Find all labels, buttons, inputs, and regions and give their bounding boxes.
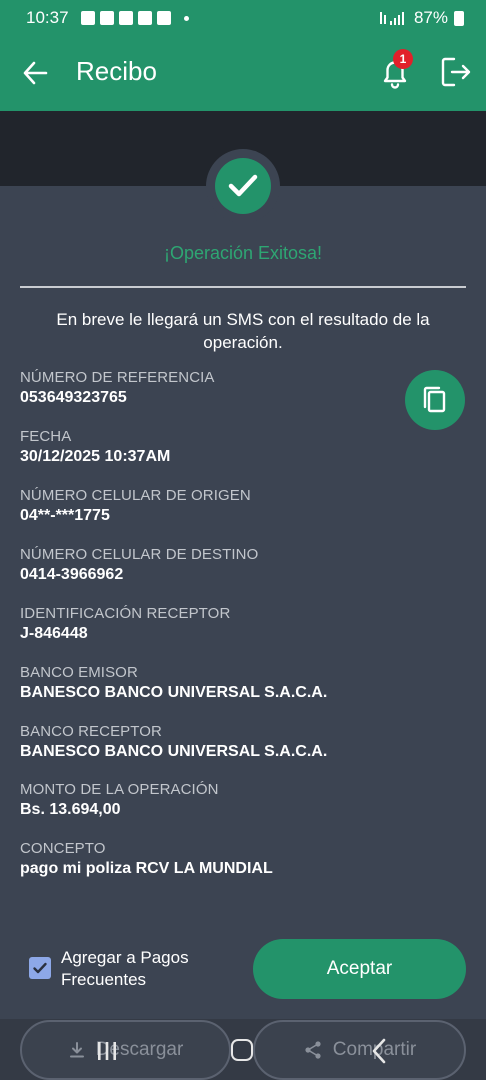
facebook-icon: [80, 11, 95, 25]
facebook-icon: [99, 11, 114, 25]
field-value: 30/12/2025 10:37AM: [20, 448, 171, 465]
field-value: Bs. 13.694,00: [20, 801, 121, 818]
download-button[interactable]: Descargar: [20, 1020, 231, 1080]
success-check-icon: [215, 158, 271, 214]
more-dot-icon: [183, 15, 189, 21]
field-destination-phone: NÚMERO CELULAR DE DESTINO 0414-3966962: [20, 546, 400, 584]
copy-reference-button[interactable]: [405, 370, 465, 430]
app-bar: Recibo: [0, 36, 486, 111]
download-label: Descargar: [95, 1039, 184, 1060]
checkmark-icon: [33, 962, 47, 974]
field-amount: MONTO DE LA OPERACIÓN Bs. 13.694,00: [20, 781, 400, 819]
field-value: BANESCO BANCO UNIVERSAL S.A.C.A.: [20, 684, 328, 701]
notification-icons: [80, 11, 189, 25]
battery-icon: [454, 10, 464, 26]
success-title: ¡Operación Exitosa!: [163, 243, 323, 263]
field-receiver-bank: BANCO RECEPTOR BANESCO BANCO UNIVERSAL S…: [20, 723, 400, 761]
battery-percent: 87%: [413, 8, 448, 27]
divider: [20, 286, 466, 288]
field-label: IDENTIFICACIÓN RECEPTOR: [20, 605, 231, 622]
notification-badge: 1: [393, 49, 413, 69]
share-icon: [305, 1041, 321, 1059]
field-label: CONCEPTO: [20, 840, 106, 857]
field-value: J-846448: [20, 625, 88, 642]
check-icon: [228, 174, 258, 197]
signal-icon: [379, 12, 404, 25]
field-concept: CONCEPTO pago mi poliza RCV LA MUNDIAL: [20, 840, 400, 878]
field-label: NÚMERO CELULAR DE ORIGEN: [20, 487, 251, 504]
back-button[interactable]: [18, 56, 52, 90]
copy-icon: [423, 386, 446, 413]
field-value: 053649323765: [20, 389, 127, 406]
status-time: 10:37: [26, 8, 69, 27]
accept-button[interactable]: Aceptar: [253, 939, 466, 999]
field-label: FECHA: [20, 428, 72, 445]
field-label: BANCO RECEPTOR: [20, 723, 162, 740]
field-value: BANESCO BANCO UNIVERSAL S.A.C.A.: [20, 743, 328, 760]
share-button[interactable]: Compartir: [253, 1020, 466, 1080]
instagram-icon: [137, 11, 152, 25]
instagram-icon: [156, 11, 171, 25]
status-bar: 10:37 87%: [0, 0, 486, 36]
arrow-left-icon: [23, 61, 48, 85]
page-title: Recibo: [76, 56, 157, 86]
logout-button[interactable]: [438, 54, 474, 90]
field-reference: NÚMERO DE REFERENCIA 053649323765: [20, 369, 400, 407]
field-receiver-id: IDENTIFICACIÓN RECEPTOR J-846448: [20, 605, 400, 643]
download-icon: [69, 1042, 84, 1058]
field-label: MONTO DE LA OPERACIÓN: [20, 781, 219, 798]
field-sender-bank: BANCO EMISOR BANESCO BANCO UNIVERSAL S.A…: [20, 664, 400, 702]
field-value: pago mi poliza RCV LA MUNDIAL: [20, 860, 273, 877]
field-label: NÚMERO DE REFERENCIA: [20, 369, 215, 386]
frequent-payment-label[interactable]: Agregar a Pagos Frecuentes: [61, 947, 241, 991]
system-status: 87%: [378, 8, 464, 28]
field-value: 0414-3966962: [20, 566, 124, 583]
chat-icon: [118, 11, 133, 25]
field-value: 04**-***1775: [20, 507, 110, 524]
field-label: NÚMERO CELULAR DE DESTINO: [20, 546, 259, 563]
logout-icon: [441, 57, 471, 87]
frequent-payment-checkbox[interactable]: [29, 957, 51, 979]
field-origin-phone: NÚMERO CELULAR DE ORIGEN 04**-***1775: [20, 487, 400, 525]
sms-message: En breve le llegará un SMS con el result…: [56, 310, 430, 352]
field-label: BANCO EMISOR: [20, 664, 138, 681]
field-date: FECHA 30/12/2025 10:37AM: [20, 428, 400, 466]
share-label: Compartir: [332, 1039, 417, 1060]
